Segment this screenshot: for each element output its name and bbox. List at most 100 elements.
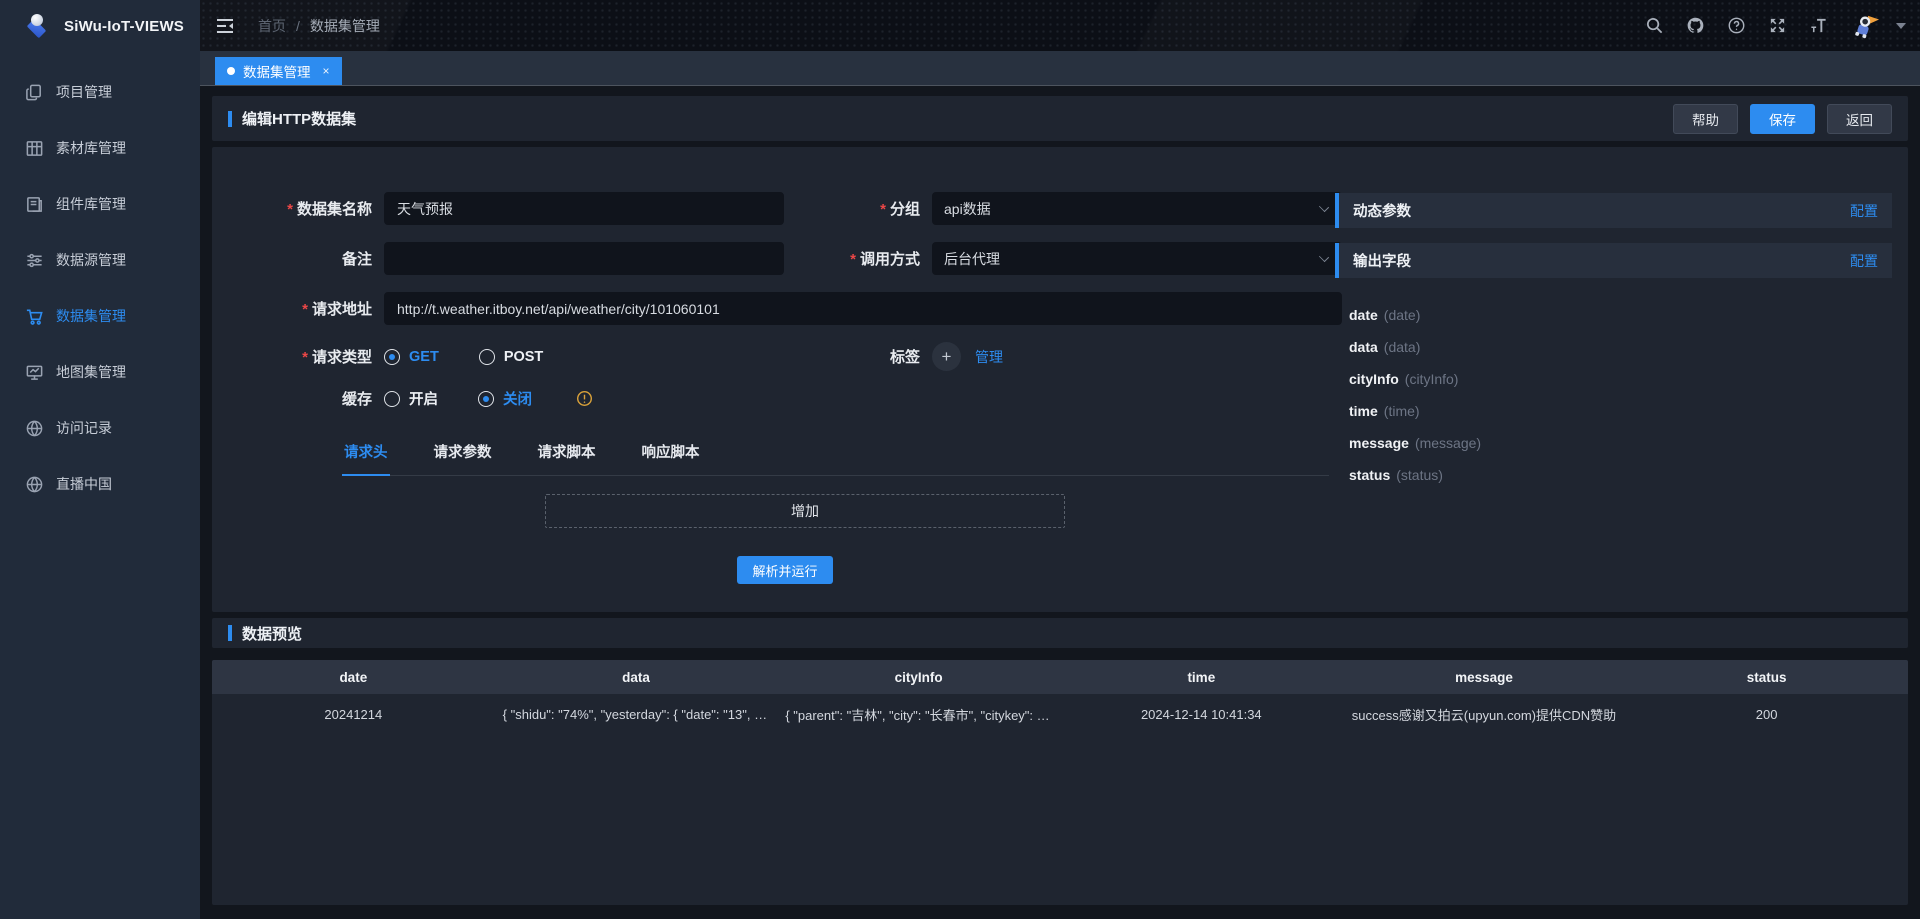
sidebar: SiWu-IoT-VIEWS 项目管理 素材库管理 组件库管理 数据源管理 数据… [0,0,200,919]
cache-radio-off[interactable]: 关闭 [478,388,532,409]
component-icon [25,195,44,214]
github-icon[interactable] [1686,16,1705,35]
method-radio-get[interactable]: GET [384,349,439,365]
preview-title: 数据预览 [242,623,302,644]
output-fields-title: 输出字段 [1353,250,1411,271]
help-button[interactable]: 帮助 [1673,104,1738,134]
url-input[interactable] [384,292,1342,325]
output-fields-config-link[interactable]: 配置 [1850,251,1878,271]
manage-tags-link[interactable]: 管理 [975,347,1003,367]
col-header-cityinfo: cityInfo [777,670,1060,685]
search-icon[interactable] [1645,16,1664,35]
radio-icon [479,349,495,365]
output-field-item: data(data) [1349,331,1890,363]
sidebar-item-dataset[interactable]: 数据集管理 [0,288,200,344]
sidebar-item-atlas[interactable]: 地图集管理 [0,344,200,400]
accent-bar [228,111,232,127]
avatar[interactable] [1850,11,1880,41]
page-tabstrip: 数据集管理 × [200,51,1920,86]
cell-time: 2024-12-14 10:41:34 [1060,707,1343,722]
side-panel: 动态参数 配置 输出字段 配置 date(date) data(data) ci… [1335,193,1892,491]
sidebar-item-material[interactable]: 素材库管理 [0,120,200,176]
subtab-response-script[interactable]: 响应脚本 [640,435,702,476]
col-header-data: data [495,670,778,685]
output-field-item: message(message) [1349,427,1890,459]
sidebar-collapse-icon[interactable] [214,15,236,37]
sidebar-item-project[interactable]: 项目管理 [0,64,200,120]
col-header-time: time [1060,670,1343,685]
request-subtabs: 请求头 请求参数 请求脚本 响应脚本 [342,435,1329,476]
save-button[interactable]: 保存 [1750,104,1815,134]
method-radio-post[interactable]: POST [479,349,543,365]
form-titlebar: 编辑HTTP数据集 帮助 保存 返回 [212,96,1908,141]
fullscreen-icon[interactable] [1768,16,1787,35]
warning-icon [576,390,593,407]
cell-data: { "shidu": "74%", "yesterday": { "date":… [495,707,778,722]
sidebar-item-label: 组件库管理 [56,194,126,214]
dynamic-params-config-link[interactable]: 配置 [1850,201,1878,221]
cache-radio-on[interactable]: 开启 [384,388,438,409]
breadcrumb-home[interactable]: 首页 [258,16,286,36]
font-size-icon[interactable] [1809,16,1828,35]
tab-dataset-management[interactable]: 数据集管理 × [215,57,342,85]
group-select[interactable]: api数据 [932,192,1342,225]
board-icon [25,363,44,382]
chevron-down-icon [1319,252,1329,262]
col-header-date: date [212,670,495,685]
subtab-request-script[interactable]: 请求脚本 [536,435,598,476]
table-header-row: date data cityInfo time message status [212,660,1908,694]
remark-input[interactable] [384,242,784,275]
group-select-value: api数据 [944,199,991,219]
tag-label: 标签 [796,346,920,367]
close-icon[interactable]: × [323,64,330,78]
invoke-select[interactable]: 后台代理 [932,242,1342,275]
dynamic-params-header: 动态参数 配置 [1335,193,1892,228]
output-field-item: status(status) [1349,459,1890,491]
grid-icon [25,139,44,158]
sidebar-item-label: 数据源管理 [56,250,126,270]
sidebar-item-records[interactable]: 访问记录 [0,400,200,456]
dataset-form: *数据集名称 *分组 api数据 备注 *调用方式 后台代理 *请求地址 *请求… [212,147,1908,612]
sidebar-item-label: 直播中国 [56,474,112,494]
chevron-down-icon[interactable] [1896,23,1906,29]
sidebar-item-component[interactable]: 组件库管理 [0,176,200,232]
group-label: *分组 [796,198,920,219]
cell-cityinfo: { "parent": "吉林", "city": "长春市", "cityke… [777,705,1060,724]
app-title: SiWu-IoT-VIEWS [64,18,184,35]
breadcrumb-separator: / [296,18,300,34]
url-label: *请求地址 [212,298,372,319]
output-field-item: time(time) [1349,395,1890,427]
radio-icon [384,391,400,407]
cell-message: success感谢又拍云(upyun.com)提供CDN赞助 [1343,705,1626,724]
remark-label: 备注 [212,248,372,269]
add-row-button[interactable]: 增加 [545,494,1065,528]
output-field-item: cityInfo(cityInfo) [1349,363,1890,395]
dataset-name-input[interactable] [384,192,784,225]
app-logo: SiWu-IoT-VIEWS [0,0,200,52]
globe-icon [25,475,44,494]
subtab-request-params[interactable]: 请求参数 [432,435,494,476]
help-icon[interactable] [1727,16,1746,35]
subtab-request-headers[interactable]: 请求头 [342,435,390,476]
tab-label: 数据集管理 [243,61,311,81]
output-fields-header: 输出字段 配置 [1335,243,1892,278]
radio-icon [478,391,494,407]
dataset-name-label: *数据集名称 [212,198,372,219]
dynamic-params-title: 动态参数 [1353,200,1411,221]
sidebar-item-datasource[interactable]: 数据源管理 [0,232,200,288]
chevron-down-icon [1319,202,1329,212]
invoke-select-value: 后台代理 [944,249,1000,269]
parse-run-button[interactable]: 解析并运行 [737,556,833,584]
page-title: 编辑HTTP数据集 [242,108,356,129]
sidebar-item-live-china[interactable]: 直播中国 [0,456,200,512]
breadcrumb-current: 数据集管理 [310,16,380,36]
method-label: *请求类型 [212,346,372,367]
copy-icon [25,83,44,102]
accent-bar [228,625,232,641]
back-button[interactable]: 返回 [1827,104,1892,134]
add-tag-button[interactable]: + [932,342,961,371]
sidebar-nav: 项目管理 素材库管理 组件库管理 数据源管理 数据集管理 地图集管理 访问记录 [0,64,200,512]
cell-date: 20241214 [212,707,495,722]
cell-status: 200 [1625,707,1908,722]
col-header-status: status [1625,670,1908,685]
